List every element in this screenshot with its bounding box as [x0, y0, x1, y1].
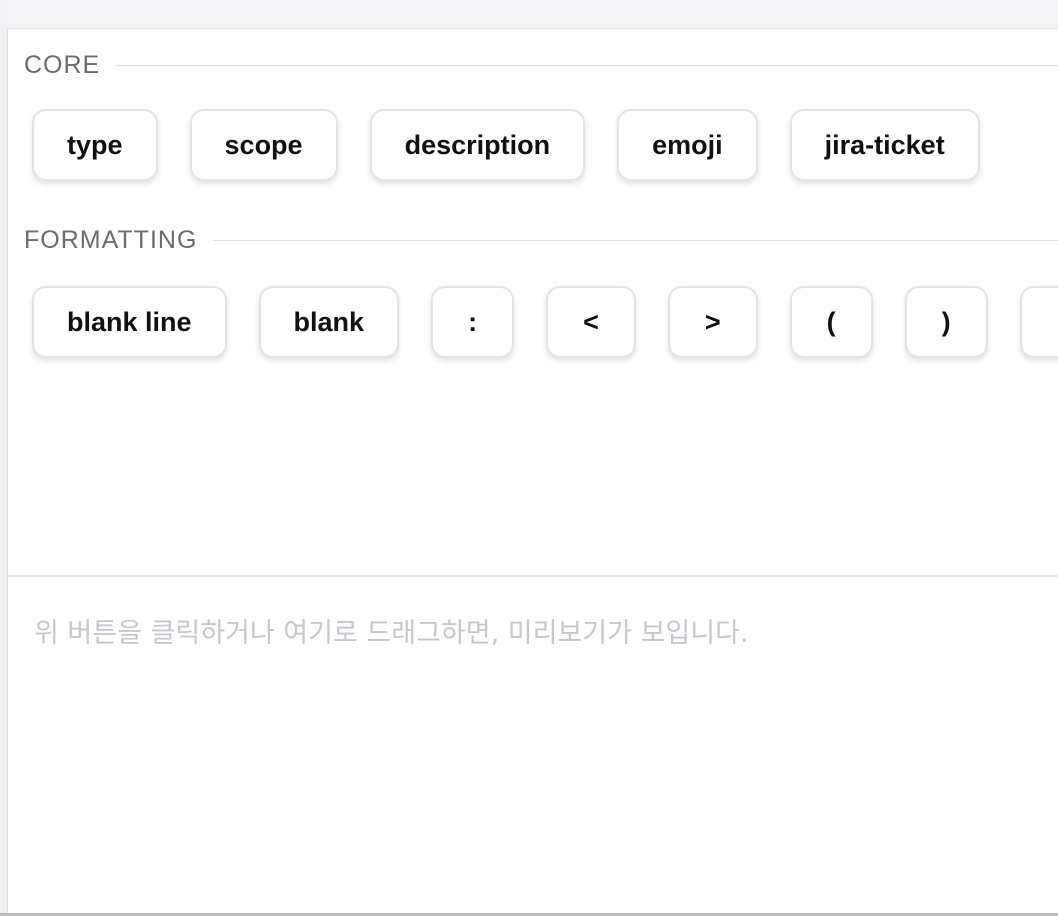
preview-drop-zone[interactable]: 위 버튼을 클릭하거나 여기로 드래그하면, 미리보기가 보입니다. [7, 575, 1058, 916]
chip-emoji[interactable]: emoji [617, 109, 758, 181]
formatting-chip-row: blank line blank : < > ( ) [ [32, 286, 1058, 358]
core-section-divider [116, 65, 1058, 66]
chip-type[interactable]: type [32, 109, 158, 181]
chip-less-than[interactable]: < [546, 286, 636, 358]
core-section-title: CORE [24, 51, 101, 79]
preview-placeholder: 위 버튼을 클릭하거나 여기로 드래그하면, 미리보기가 보입니다. [34, 618, 749, 649]
chip-colon[interactable]: : [431, 286, 515, 358]
formatting-section-divider [213, 240, 1058, 241]
chip-close-paren[interactable]: ) [904, 286, 988, 358]
formatting-section-header: FORMATTING [24, 226, 1058, 255]
chip-blank-line[interactable]: blank line [32, 286, 227, 358]
core-chip-row: type scope description emoji jira-ticket [32, 109, 980, 181]
formatting-section-title: FORMATTING [24, 226, 198, 254]
chip-open-bracket[interactable]: [ [1019, 286, 1058, 358]
chip-scope[interactable]: scope [189, 109, 338, 181]
chip-description[interactable]: description [369, 109, 586, 181]
chip-greater-than[interactable]: > [667, 286, 758, 358]
left-edge [0, 0, 7, 916]
token-palette-panel: CORE type scope description emoji jira-t… [7, 29, 1058, 575]
core-section-header: CORE [24, 51, 1058, 80]
top-bar [0, 0, 1058, 29]
chip-blank[interactable]: blank [258, 286, 400, 358]
chip-open-paren[interactable]: ( [789, 286, 873, 358]
chip-jira-ticket[interactable]: jira-ticket [789, 109, 980, 181]
